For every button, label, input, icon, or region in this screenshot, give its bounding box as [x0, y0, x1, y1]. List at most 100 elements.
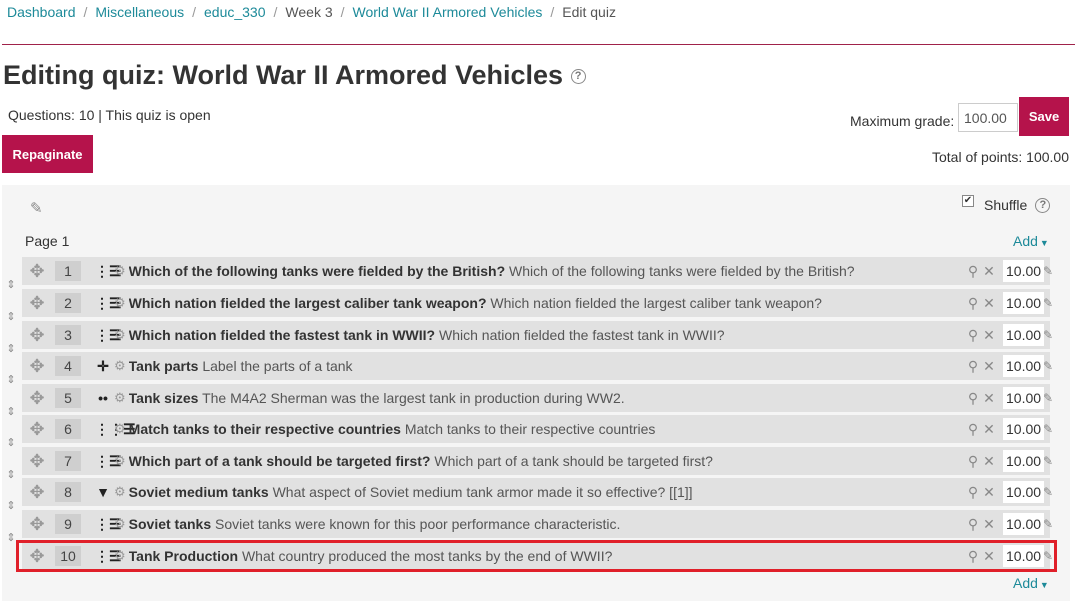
preview-search-icon[interactable]: ⚲ [965, 484, 981, 501]
delete-close-icon[interactable]: ✕ [981, 390, 997, 407]
edit-section-pencil-icon[interactable]: ✎ [30, 199, 43, 217]
edit-mark-pencil-icon[interactable]: ✎ [1043, 328, 1053, 342]
page-break-icon[interactable]: ⇕ [4, 532, 18, 544]
delete-close-icon[interactable]: ✕ [981, 548, 997, 565]
page-break-icon[interactable]: ⇕ [4, 500, 18, 512]
slot-number: 10 [55, 546, 81, 566]
question-description: Which part of a tank should be targeted … [434, 453, 713, 469]
question-actions: ⚲ ✕ 10.00 ✎ [965, 481, 1053, 503]
max-grade-input[interactable] [958, 103, 1018, 132]
preview-search-icon[interactable]: ⚲ [965, 327, 981, 344]
edit-mark-pencil-icon[interactable]: ✎ [1043, 454, 1053, 468]
add-menu-top[interactable]: Add ▼ [1013, 233, 1049, 249]
max-mark-field[interactable]: 10.00 ✎ [1003, 260, 1053, 282]
preview-search-icon[interactable]: ⚲ [965, 358, 981, 375]
delete-close-icon[interactable]: ✕ [981, 295, 997, 312]
edit-mark-pencil-icon[interactable]: ✎ [1043, 485, 1053, 499]
max-mark-field[interactable]: 10.00 ✎ [1003, 355, 1053, 377]
question-text[interactable]: Soviet medium tanks What aspect of Sovie… [129, 484, 965, 500]
edit-mark-pencil-icon[interactable]: ✎ [1043, 422, 1053, 436]
delete-close-icon[interactable]: ✕ [981, 516, 997, 533]
max-mark-field[interactable]: 10.00 ✎ [1003, 513, 1053, 535]
max-mark-field[interactable]: 10.00 ✎ [1003, 450, 1053, 472]
preview-search-icon[interactable]: ⚲ [965, 421, 981, 438]
breadcrumb-dashboard[interactable]: Dashboard [7, 4, 76, 20]
move-icon[interactable]: ✥ [22, 510, 52, 538]
delete-close-icon[interactable]: ✕ [981, 421, 997, 438]
delete-close-icon[interactable]: ✕ [981, 327, 997, 344]
move-icon[interactable]: ✥ [22, 478, 52, 506]
page-break-icon[interactable]: ⇕ [4, 469, 18, 481]
question-description: Label the parts of a tank [202, 358, 353, 374]
shuffle-help-icon[interactable]: ? [1035, 197, 1051, 213]
max-mark-field[interactable]: 10.00 ✎ [1003, 324, 1053, 346]
breadcrumb-separator: / [83, 4, 88, 20]
move-icon[interactable]: ✥ [22, 384, 52, 412]
gear-icon: ⚙ [114, 358, 126, 373]
delete-close-icon[interactable]: ✕ [981, 358, 997, 375]
add-label: Add [1013, 575, 1038, 591]
question-text[interactable]: Tank Production What country produced th… [129, 548, 965, 564]
gear-icon: ⚙ [114, 421, 126, 436]
question-text[interactable]: Soviet tanks Soviet tanks were known for… [129, 516, 965, 532]
page-break-icon[interactable]: ⇕ [4, 437, 18, 449]
question-text[interactable]: Tank parts Label the parts of a tank [129, 358, 965, 374]
move-icon[interactable]: ✥ [22, 352, 52, 380]
multichoice-icon: ⋮☰ [95, 452, 122, 469]
question-text[interactable]: Tank sizes The M4A2 Sherman was the larg… [129, 390, 965, 406]
move-icon[interactable]: ✥ [22, 447, 52, 475]
shuffle-checkbox[interactable]: ✔ [962, 195, 974, 207]
question-text[interactable]: Which nation fielded the largest caliber… [129, 295, 965, 311]
edit-mark-pencil-icon[interactable]: ✎ [1043, 359, 1053, 373]
save-button[interactable]: Save [1019, 97, 1069, 136]
preview-search-icon[interactable]: ⚲ [965, 390, 981, 407]
max-mark-field[interactable]: 10.00 ✎ [1003, 545, 1053, 567]
preview-search-icon[interactable]: ⚲ [965, 548, 981, 565]
preview-search-icon[interactable]: ⚲ [965, 453, 981, 470]
breadcrumb-quiz[interactable]: World War II Armored Vehicles [353, 4, 543, 20]
move-icon[interactable]: ✥ [22, 542, 52, 570]
max-mark-field[interactable]: 10.00 ✎ [1003, 387, 1053, 409]
question-text[interactable]: Which part of a tank should be targeted … [129, 453, 965, 469]
question-text[interactable]: Match tanks to their respective countrie… [129, 421, 965, 437]
edit-mark-pencil-icon[interactable]: ✎ [1043, 391, 1053, 405]
edit-mark-pencil-icon[interactable]: ✎ [1043, 549, 1053, 563]
question-description: Which nation fielded the largest caliber… [490, 295, 822, 311]
move-icon[interactable]: ✥ [22, 321, 52, 349]
page-break-icon[interactable]: ⇕ [4, 311, 18, 323]
max-mark-value: 10.00 [1006, 484, 1042, 500]
page-break-icon[interactable]: ⇕ [4, 406, 18, 418]
move-icon[interactable]: ✥ [22, 257, 52, 285]
move-icon[interactable]: ✥ [22, 415, 52, 443]
move-icon[interactable]: ✥ [22, 289, 52, 317]
edit-mark-pencil-icon[interactable]: ✎ [1043, 296, 1053, 310]
delete-close-icon[interactable]: ✕ [981, 263, 997, 280]
edit-mark-pencil-icon[interactable]: ✎ [1043, 517, 1053, 531]
question-row: ✥ 3 ⋮☰ ⚙ Which nation fielded the fastest ta… [22, 321, 1053, 349]
question-text[interactable]: Which of the following tanks were fielde… [129, 263, 965, 279]
breadcrumb-course[interactable]: educ_330 [204, 4, 266, 20]
delete-close-icon[interactable]: ✕ [981, 453, 997, 470]
add-menu-bottom[interactable]: Add ▼ [1013, 575, 1049, 591]
multichoice-icon: ⋮☰ [95, 547, 122, 564]
max-mark-value: 10.00 [1006, 516, 1042, 532]
max-mark-field[interactable]: 10.00 ✎ [1003, 418, 1053, 440]
page-break-icon[interactable]: ⇕ [4, 343, 18, 355]
gear-icon: ⚙ [114, 453, 126, 468]
max-mark-field[interactable]: 10.00 ✎ [1003, 481, 1053, 503]
page-break-icon[interactable]: ⇕ [4, 374, 18, 386]
delete-close-icon[interactable]: ✕ [981, 484, 997, 501]
question-text[interactable]: Which nation fielded the fastest tank in… [129, 327, 965, 343]
breadcrumb-miscellaneous[interactable]: Miscellaneous [95, 4, 184, 20]
max-mark-field[interactable]: 10.00 ✎ [1003, 292, 1053, 314]
preview-search-icon[interactable]: ⚲ [965, 516, 981, 533]
help-icon[interactable]: ? [570, 69, 586, 85]
preview-search-icon[interactable]: ⚲ [965, 295, 981, 312]
caret-down-icon: ▼ [1039, 580, 1049, 590]
page-break-icon[interactable]: ⇕ [4, 279, 18, 291]
question-name: Soviet medium tanks [128, 484, 269, 500]
question-row: ✥ 1 ⋮☰ ⚙ Which of the following tanks were f… [22, 257, 1053, 285]
edit-mark-pencil-icon[interactable]: ✎ [1043, 264, 1053, 278]
preview-search-icon[interactable]: ⚲ [965, 263, 981, 280]
repaginate-button[interactable]: Repaginate [2, 135, 93, 173]
